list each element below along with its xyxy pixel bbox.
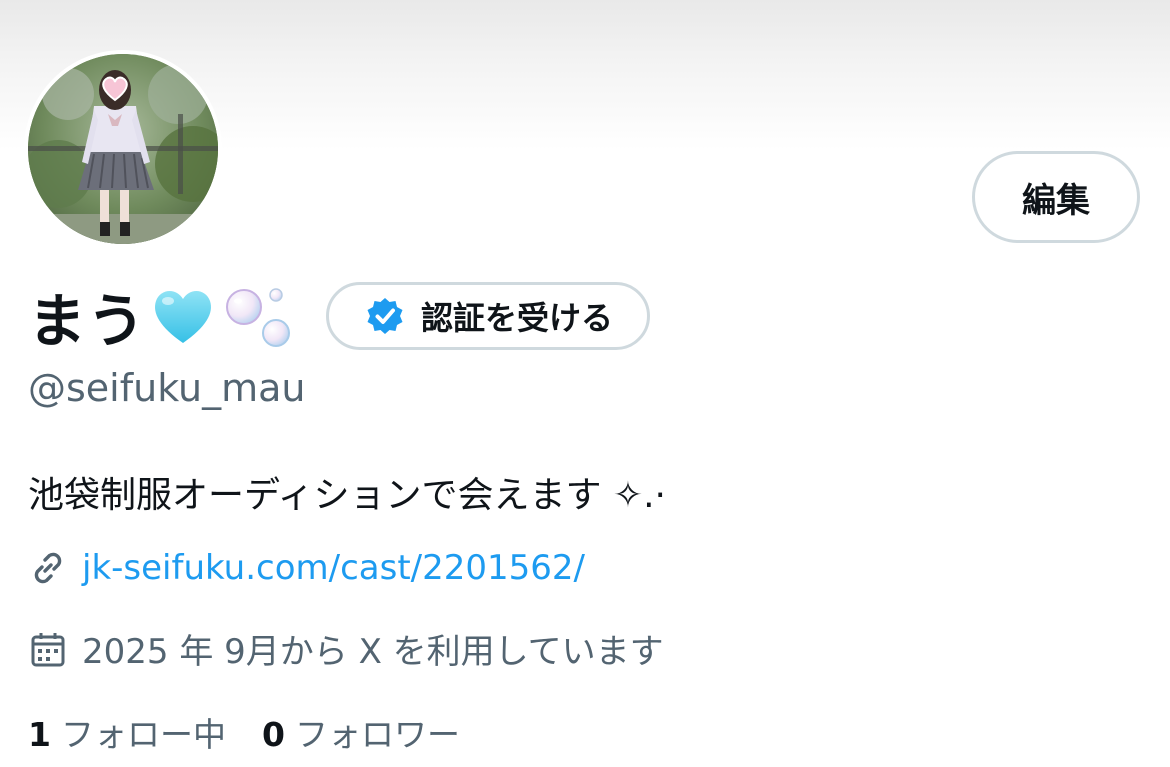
name-row: まう 認証を受ける: [28, 278, 651, 355]
following-stat[interactable]: 1 フォロー中: [28, 708, 226, 756]
avatar-photo: [28, 54, 218, 244]
light-blue-heart-icon: [150, 283, 216, 349]
profile-bio: 池袋制服オーディションで会えます ✧.·: [28, 475, 666, 516]
display-name: まう: [28, 287, 147, 355]
profile-avatar[interactable]: [24, 50, 222, 248]
following-label: フォロー中: [60, 715, 226, 754]
profile-website-link[interactable]: jk-seifuku.com/cast/2201562/: [82, 548, 585, 588]
get-verified-button[interactable]: 認証を受ける: [326, 282, 651, 350]
followers-count: 0: [261, 715, 285, 754]
joined-date-row: 2025 年 9月から X を利用しています: [28, 624, 664, 673]
edit-profile-label: 編集: [1022, 180, 1090, 221]
follow-stats: 1 フォロー中 0 フォロワー: [28, 708, 496, 756]
get-verified-label: 認証を受ける: [421, 299, 614, 337]
followers-label: フォロワー: [294, 715, 460, 754]
profile-handle: @seifuku_mau: [28, 366, 306, 410]
joined-date-text: 2025 年 9月から X を利用しています: [82, 632, 664, 672]
link-icon: [28, 548, 68, 588]
bubbles-icon: [224, 283, 296, 349]
following-count: 1: [28, 715, 51, 754]
edit-profile-button[interactable]: 編集: [972, 151, 1140, 243]
verified-badge-icon: [365, 296, 405, 336]
calendar-icon: [28, 629, 68, 669]
followers-stat[interactable]: 0 フォロワー: [262, 708, 460, 756]
profile-link-row: jk-seifuku.com/cast/2201562/: [28, 548, 585, 588]
